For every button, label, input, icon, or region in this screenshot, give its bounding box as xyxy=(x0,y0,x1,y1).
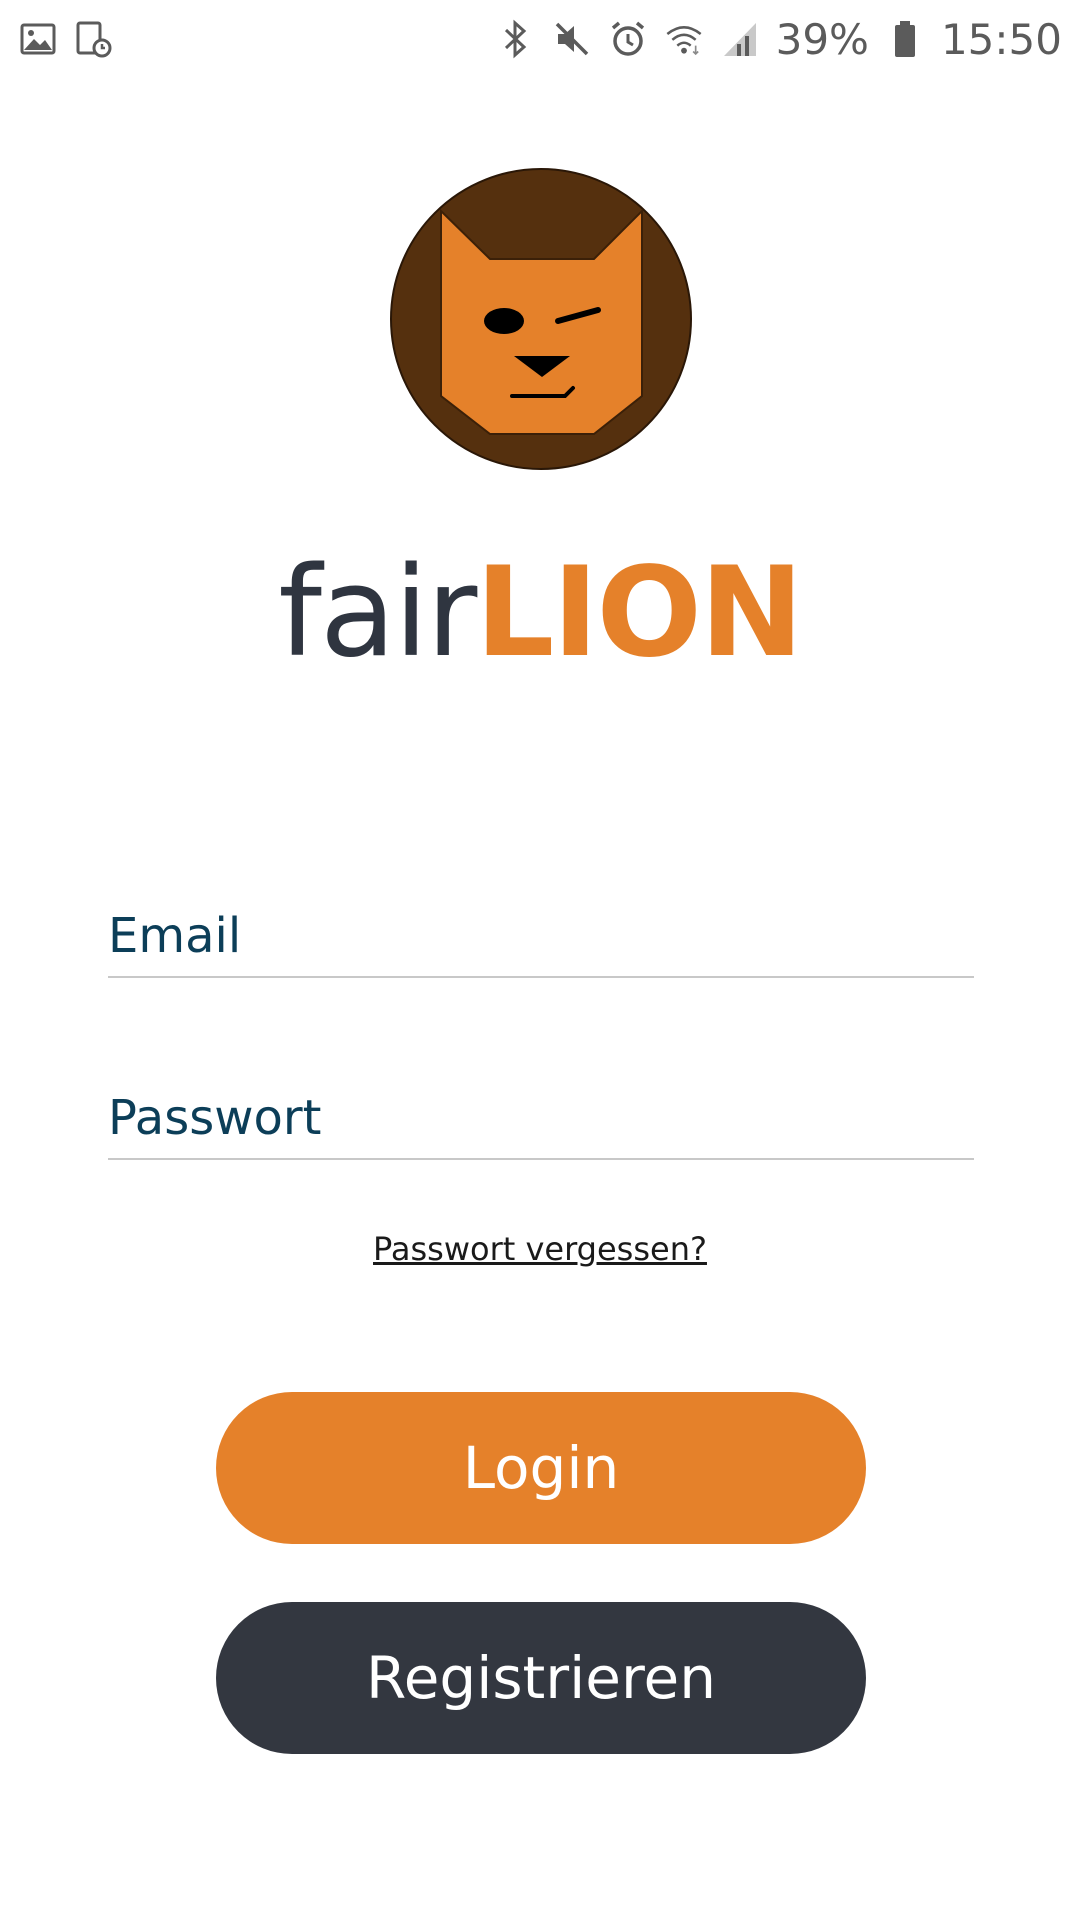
email-field[interactable] xyxy=(108,896,974,978)
status-bar: 39% 15:50 xyxy=(0,0,1080,78)
status-left-icons xyxy=(18,19,114,59)
status-right-icons: 39% 15:50 xyxy=(496,15,1062,64)
app-title: fairLION xyxy=(0,548,1080,678)
forgot-password-row: Passwort vergessen? xyxy=(0,1230,1080,1268)
login-screen: 39% 15:50 fairLION Pass xyxy=(0,0,1080,1920)
wifi-icon xyxy=(664,19,704,59)
forgot-password-link[interactable]: Passwort vergessen? xyxy=(373,1230,707,1268)
winking-lion-logo-icon xyxy=(390,168,692,470)
bluetooth-icon xyxy=(496,19,536,59)
signal-icon xyxy=(720,19,760,59)
battery-icon xyxy=(885,19,925,59)
password-field[interactable] xyxy=(108,1078,974,1160)
password-input[interactable] xyxy=(108,1078,974,1158)
alarm-icon xyxy=(608,19,648,59)
mute-icon xyxy=(552,19,592,59)
image-icon xyxy=(18,19,58,59)
app-title-prefix: fair xyxy=(278,541,477,685)
register-button[interactable]: Registrieren xyxy=(216,1602,866,1754)
email-input[interactable] xyxy=(108,896,974,976)
battery-percent: 39% xyxy=(775,14,869,64)
app-title-suffix: LION xyxy=(475,541,803,685)
login-button[interactable]: Login xyxy=(216,1392,866,1544)
clock-time: 15:50 xyxy=(940,14,1062,64)
screenshot-schedule-icon xyxy=(74,19,114,59)
